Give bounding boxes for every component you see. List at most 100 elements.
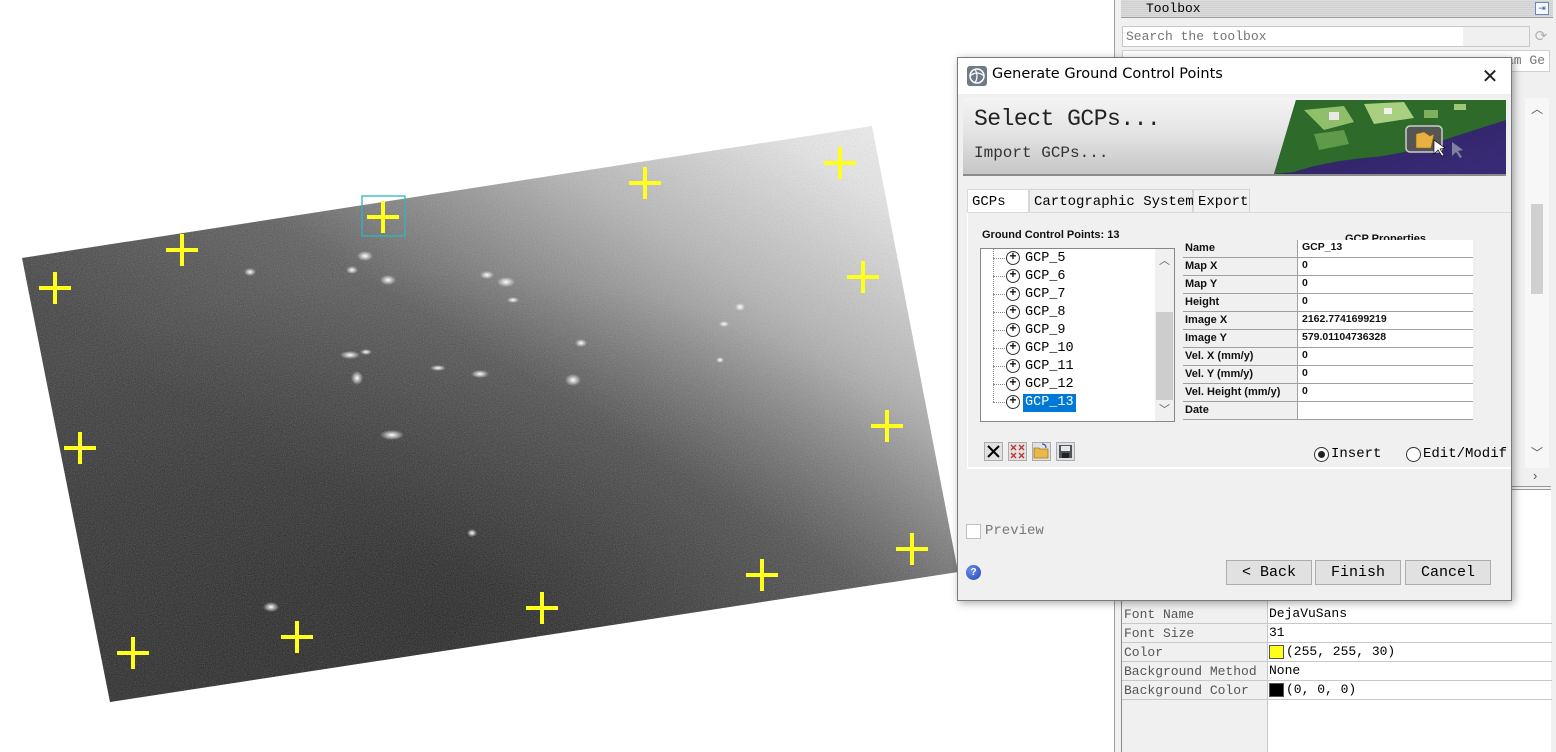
save-gcp-file-button[interactable] [1056, 442, 1075, 461]
tree-connector [993, 384, 1007, 385]
gcp-list-item[interactable]: + GCP_11 [981, 358, 1151, 376]
toolbox-scrollbar[interactable]: ︿ ﹀ [1525, 98, 1549, 468]
tab-gcps[interactable]: GCPs [967, 189, 1029, 214]
property-value[interactable]: 31 [1269, 625, 1285, 640]
gcp-point-icon: + [1006, 323, 1020, 337]
property-row[interactable]: Font Name DejaVuSans [1122, 605, 1552, 624]
gcp-property-value[interactable]: 0 [1298, 258, 1473, 276]
open-gcp-file-button[interactable] [1032, 442, 1051, 461]
scroll-down-icon[interactable]: ﹀ [1525, 444, 1549, 461]
preview-checkbox[interactable]: Preview [966, 523, 1044, 539]
delete-gcp-button[interactable] [984, 442, 1003, 461]
chevron-right-icon[interactable]: › [1533, 468, 1537, 483]
gcp-list-item[interactable]: + GCP_12 [981, 376, 1151, 394]
insert-mode-radio[interactable]: Insert [1314, 446, 1381, 462]
insert-mode-label: Insert [1331, 446, 1382, 462]
help-icon[interactable]: ? [966, 565, 981, 580]
dialog-titlebar[interactable]: Generate Ground Control Points ✕ [958, 58, 1511, 94]
gcp-list-item-label: GCP_9 [1025, 323, 1066, 338]
gcp-property-value[interactable]: 0 [1298, 294, 1473, 312]
bright-feature [346, 266, 358, 274]
dock-pin-icon[interactable]: ⇥ [1535, 2, 1549, 15]
gcp-property-value[interactable] [1298, 402, 1473, 420]
scrollbar-thumb[interactable] [1156, 312, 1173, 400]
tree-connector [993, 402, 1007, 403]
bright-feature [565, 374, 581, 386]
gcp-list-item[interactable]: + GCP_5 [981, 250, 1151, 268]
gcp-list-item[interactable]: + GCP_6 [981, 268, 1151, 286]
radio-selected-indicator[interactable] [1314, 446, 1329, 462]
bright-feature [360, 349, 372, 355]
back-button[interactable]: < Back [1226, 560, 1312, 585]
gcp-property-value[interactable]: 0 [1298, 384, 1473, 402]
toolbox-search-input[interactable] [1123, 27, 1463, 46]
scroll-down-icon[interactable]: ﹀ [1155, 401, 1174, 417]
property-value-text: DejaVuSans [1269, 606, 1348, 621]
radio-unselected-indicator[interactable] [1406, 446, 1421, 462]
bright-feature [575, 339, 587, 347]
property-row[interactable]: Background Method None [1122, 662, 1552, 681]
scroll-up-icon[interactable]: ︿ [1155, 252, 1174, 268]
color-swatch[interactable] [1269, 644, 1284, 659]
raster-image-canvas[interactable] [0, 0, 1114, 752]
gcp-property-value[interactable]: 0 [1298, 276, 1473, 294]
gcp-property-value[interactable]: GCP_13 [1298, 240, 1473, 258]
scroll-up-icon[interactable]: ︿ [1525, 100, 1549, 117]
property-row[interactable]: Font Size 31 [1122, 624, 1552, 643]
gcp-property-name: Map X [1183, 258, 1298, 276]
gcp-tree[interactable]: + GCP_5 + GCP_6 + GCP_7 + GCP_8 + GCP_9 + GCP_10 + GC… [980, 248, 1175, 422]
property-value[interactable]: DejaVuSans [1269, 606, 1347, 621]
property-name: Font Size [1124, 626, 1195, 641]
gcp-list-item[interactable]: + GCP_8 [981, 304, 1151, 322]
gcp-count-label: Ground Control Points: 13 [982, 229, 1120, 241]
property-value[interactable]: (0, 0, 0) [1269, 682, 1356, 697]
gcp-list-item[interactable]: + GCP_10 [981, 340, 1151, 358]
generate-gcp-dialog: Generate Ground Control Points ✕ Select … [957, 57, 1512, 601]
finish-button[interactable]: Finish [1315, 560, 1401, 585]
color-swatch[interactable] [1269, 682, 1284, 697]
gcp-list-item-label: GCP_6 [1025, 269, 1066, 284]
gcp-property-name: Date [1183, 402, 1298, 420]
cancel-button[interactable]: Cancel [1405, 560, 1491, 585]
property-row[interactable]: Color (255, 255, 30) [1122, 643, 1552, 662]
gcp-property-value[interactable]: 0 [1298, 366, 1473, 384]
property-value[interactable]: (255, 255, 30) [1269, 644, 1395, 659]
gcp-property-row: Vel. Y (mm/y) 0 [1183, 366, 1473, 384]
gcp-property-value[interactable]: 579.01104736328 [1298, 330, 1473, 348]
refresh-icon[interactable]: ⟳ [1532, 28, 1550, 46]
bright-feature [380, 430, 404, 440]
gcp-property-name: Name [1183, 240, 1298, 258]
image-view[interactable] [0, 0, 1114, 752]
property-value-text: (0, 0, 0) [1286, 682, 1357, 697]
gcp-point-icon: + [1006, 269, 1020, 283]
gcp-list-item-label: GCP_10 [1025, 341, 1074, 356]
property-name: Background Color [1124, 683, 1249, 698]
scrollbar-thumb[interactable] [1531, 204, 1543, 294]
gcp-list-item-label: GCP_12 [1025, 377, 1074, 392]
tab-cartographic-system[interactable]: Cartographic System [1029, 189, 1194, 213]
gcp-list-item[interactable]: + GCP_13 [981, 394, 1151, 412]
delete-all-gcps-button[interactable] [1008, 442, 1027, 461]
wizard-step-subtitle: Import GCPs... [974, 144, 1109, 162]
toolbox-search-box[interactable] [1122, 26, 1530, 47]
gcp-list-item-label: GCP_8 [1025, 305, 1066, 320]
property-value[interactable]: None [1269, 663, 1300, 678]
gcp-point-icon: + [1006, 305, 1020, 319]
property-row[interactable]: Background Color (0, 0, 0) [1122, 681, 1552, 700]
gcp-property-value[interactable]: 2162.7741699219 [1298, 312, 1473, 330]
gcp-tree-scrollbar[interactable]: ︿ ﹀ [1155, 249, 1174, 421]
bright-feature [497, 277, 515, 287]
edit-modify-mode-radio[interactable]: Edit/Modif [1406, 446, 1507, 462]
gcp-list-item[interactable]: + GCP_7 [981, 286, 1151, 304]
gcp-properties-grid: GCP Properties Name GCP_13 Map X 0 Map Y 0 Hei… [1183, 231, 1473, 425]
checkbox-box[interactable] [966, 523, 981, 539]
tree-connector [993, 312, 1007, 313]
tab-export[interactable]: Export [1193, 189, 1250, 213]
close-button[interactable]: ✕ [1475, 62, 1505, 90]
gcp-list-item-label: GCP_11 [1025, 359, 1074, 374]
gcp-property-row: Map X0 [1183, 258, 1473, 276]
gcp-property-value[interactable]: 0 [1298, 348, 1473, 366]
banner-satellite-image [1274, 100, 1506, 174]
gcp-list-item-label: GCP_5 [1025, 251, 1066, 266]
gcp-list-item[interactable]: + GCP_9 [981, 322, 1151, 340]
